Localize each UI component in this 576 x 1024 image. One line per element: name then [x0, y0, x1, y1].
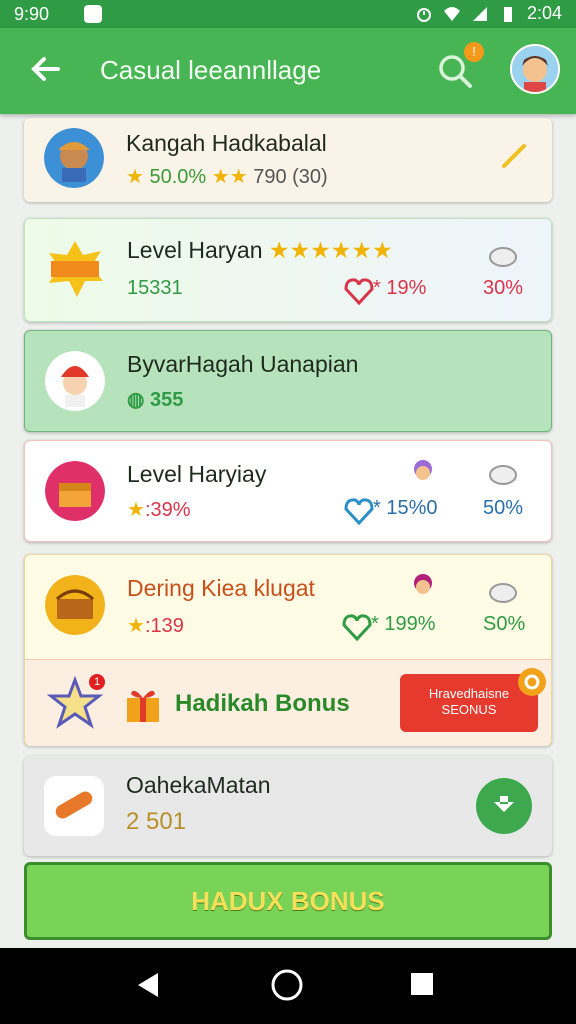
item-name-text: Level Haryan	[127, 237, 263, 263]
stars-icon: ★★★★★★	[268, 237, 393, 263]
avatar-mini-icon	[414, 574, 432, 594]
stars-icon: ★★	[211, 166, 248, 188]
heart-icon	[342, 614, 372, 642]
character-portrait-icon	[45, 351, 105, 411]
list-item[interactable]: Level Haryiay ★:39% * 15%0 50%	[24, 440, 552, 542]
star-icon: ★	[126, 166, 144, 188]
avatar-face-icon	[512, 46, 558, 92]
gift-icon	[127, 690, 159, 722]
nav-bar	[0, 948, 576, 1024]
rolling-pin-icon	[44, 776, 104, 836]
home-nav-icon[interactable]	[270, 968, 304, 1002]
avatar-mini-icon	[414, 460, 432, 480]
back-arrow-icon[interactable]	[28, 52, 62, 86]
star-icon: ★	[127, 499, 145, 521]
list-item[interactable]: Level Haryan ★★★★★★ 15331 * 19% 30%	[24, 218, 552, 322]
item-score-row: ◍ 355	[127, 387, 183, 412]
wifi-icon	[443, 6, 460, 21]
notification-icon	[84, 5, 102, 23]
star-icon: ★	[127, 615, 145, 637]
item-rating-row: ★ 50.0% ★★ 790 (30)	[126, 164, 328, 189]
status-bar: 9:90 2:04	[0, 0, 576, 28]
item-percent-value: 199%	[384, 613, 436, 635]
character-portrait-icon	[44, 128, 104, 188]
item-rating: 50.0%	[149, 166, 207, 188]
back-nav-icon[interactable]	[134, 970, 164, 1000]
notification-badge: !	[464, 42, 484, 62]
item-percent: * 199%	[371, 613, 436, 636]
signal-icon	[472, 6, 487, 21]
asterisk-icon: *	[371, 613, 385, 635]
download-button[interactable]	[476, 778, 532, 834]
item-score: 15331	[127, 277, 183, 299]
item-name: Level Haryan ★★★★★★	[127, 237, 393, 264]
item-percent-value: 15%0	[386, 497, 438, 519]
settings-badge-icon	[518, 668, 546, 696]
avatar[interactable]	[510, 44, 560, 94]
asterisk-icon: *	[373, 497, 387, 519]
item-name: OahekaMatan	[126, 772, 271, 798]
asterisk-icon: *	[373, 277, 387, 299]
item-percent-secondary: 30%	[483, 277, 524, 299]
bonus-splash-icon	[49, 241, 103, 297]
app-bar: Casual leeannllage !	[0, 28, 576, 114]
item-score: :139	[144, 615, 184, 637]
item-percent-secondary: S0%	[483, 613, 526, 635]
item-count: 790 (30)	[253, 166, 328, 188]
bonus-label: Hadikah Bonus	[175, 690, 350, 717]
treasure-chest-icon	[45, 461, 105, 521]
heart-icon	[344, 278, 374, 306]
item-percent-secondary: 50%	[483, 497, 524, 519]
cloud-icon	[489, 247, 517, 267]
list-item[interactable]: ByvarHagah Uanapian ◍ 355	[24, 330, 552, 432]
item-score: :39%	[144, 499, 191, 521]
item-percent-value: 19%	[386, 277, 427, 299]
status-time-right: 2:04	[526, 3, 562, 23]
item-name: Kangah Hadkabalal	[126, 130, 327, 156]
item-score: 2 501	[126, 808, 187, 835]
item-score-row: ★:39%	[127, 497, 191, 522]
item-percent: * 15%0	[373, 497, 438, 520]
item-name: Level Haryiay	[127, 461, 267, 487]
coin-icon: ◍	[127, 389, 151, 411]
star-badge-count: 1	[89, 674, 105, 690]
recents-nav-icon[interactable]	[408, 970, 436, 998]
item-name: ByvarHagah Uanapian	[127, 351, 359, 377]
heart-icon	[344, 498, 374, 526]
status-time-left: 9:90	[14, 4, 50, 24]
page-title: Casual leeannllage	[100, 55, 322, 85]
cloud-icon	[489, 465, 517, 485]
status-icons: 2:04	[415, 3, 562, 24]
item-percent: * 19%	[373, 277, 426, 300]
list-item[interactable]: Kangah Hadkabalal ★ 50.0% ★★ 790 (30)	[24, 118, 552, 202]
cloud-icon	[489, 583, 517, 603]
item-score-row: ★:139	[127, 613, 184, 638]
gift-basket-icon	[45, 575, 105, 635]
alarm-icon	[416, 7, 431, 22]
item-name: Dering Kiea klugat	[127, 575, 315, 601]
check-icon	[502, 144, 526, 168]
item-score: 355	[150, 389, 184, 411]
battery-icon	[503, 6, 512, 22]
list-item[interactable]: OahekaMatan 2 501	[24, 756, 552, 856]
main-bonus-button[interactable]: HADUX BONUS	[24, 862, 552, 940]
